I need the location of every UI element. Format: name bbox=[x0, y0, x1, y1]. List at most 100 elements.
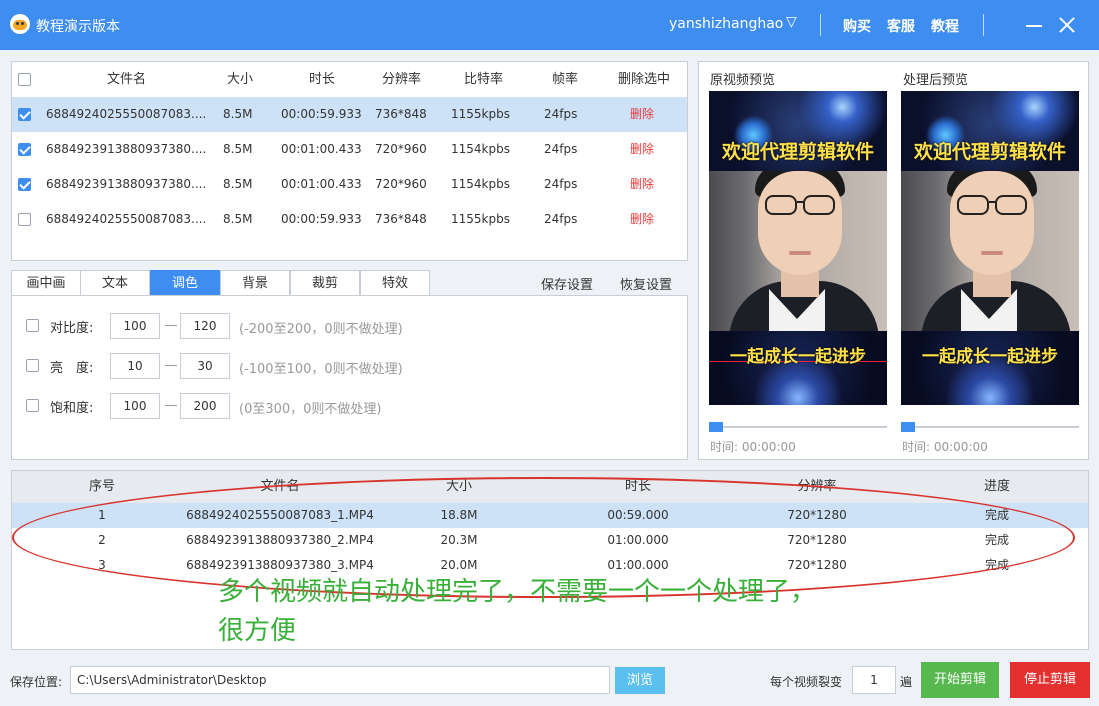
saturation-label: 饱和度: bbox=[50, 401, 94, 416]
delete-button[interactable]: 删除 bbox=[630, 97, 654, 132]
file-table-header: 文件名 大小 时长 分辨率 比特率 帧率 删除选中 bbox=[12, 62, 687, 97]
file-size: 8.5M bbox=[223, 177, 253, 191]
processed-time: 时间: 00:00:00 bbox=[902, 440, 988, 454]
col-resolution: 分辨率 bbox=[382, 72, 422, 87]
contrast-max-input[interactable]: 120 bbox=[180, 313, 230, 339]
output-index: 3 bbox=[98, 558, 106, 572]
brightness-min-input[interactable]: 10 bbox=[110, 353, 160, 379]
file-bitrate: 1154kpbs bbox=[451, 177, 510, 191]
row-checkbox[interactable] bbox=[18, 178, 31, 191]
range-dash bbox=[165, 365, 177, 366]
support-link[interactable]: 客服 bbox=[887, 16, 915, 36]
table-row[interactable]: 6884923913880937380.... 8.5M 00:01:00.43… bbox=[12, 167, 687, 202]
minimize-icon[interactable] bbox=[1022, 12, 1046, 38]
output-duration: 00:59.000 bbox=[607, 508, 669, 522]
brightness-max-input[interactable]: 30 bbox=[180, 353, 230, 379]
contrast-row: 对比度: 100 120 (-200至200，0则不做处理) bbox=[12, 313, 687, 339]
browse-button[interactable]: 浏览 bbox=[615, 667, 665, 694]
close-icon[interactable] bbox=[1055, 12, 1079, 38]
saturation-checkbox[interactable] bbox=[26, 399, 39, 412]
col-bitrate: 比特率 bbox=[464, 72, 504, 87]
brightness-checkbox[interactable] bbox=[26, 359, 39, 372]
tab-color[interactable]: 调色 bbox=[150, 270, 220, 296]
app-title: 教程演示版本 bbox=[36, 19, 120, 35]
row-checkbox[interactable] bbox=[18, 108, 31, 121]
table-row[interactable]: 2 6884923913880937380_2.MP4 20.3M 01:00.… bbox=[12, 528, 1088, 553]
processed-preview-title: 处理后预览 bbox=[903, 73, 969, 88]
delete-button[interactable]: 删除 bbox=[630, 202, 654, 237]
start-edit-button[interactable]: 开始剪辑 bbox=[921, 662, 999, 698]
col-fps: 帧率 bbox=[552, 72, 579, 87]
delete-selected-button[interactable]: 删除选中 bbox=[618, 62, 670, 97]
video-caption-bottom: 一起成长一起进步 bbox=[730, 347, 866, 367]
contrast-min-input[interactable]: 100 bbox=[110, 313, 160, 339]
annotation-text-line1: 多个视频就自动处理完了，不需要一个一个处理了， bbox=[218, 577, 817, 607]
app-logo-icon bbox=[10, 14, 30, 34]
file-duration: 00:01:00.433 bbox=[281, 142, 362, 156]
output-resolution: 720*1280 bbox=[787, 508, 847, 522]
processed-video-preview: 欢迎代理剪辑软件 一起成长一起进步 bbox=[901, 91, 1079, 405]
select-all-checkbox[interactable] bbox=[18, 73, 31, 86]
saturation-hint: (0至300，0则不做处理) bbox=[239, 402, 382, 417]
tab-background[interactable]: 背景 bbox=[220, 270, 290, 296]
file-size: 8.5M bbox=[223, 142, 253, 156]
video-caption-top: 欢迎代理剪辑软件 bbox=[721, 141, 874, 163]
save-settings-button[interactable]: 保存设置 bbox=[541, 274, 593, 293]
contrast-checkbox[interactable] bbox=[26, 319, 39, 332]
split-count-input[interactable]: 1 bbox=[852, 666, 896, 694]
file-resolution: 720*960 bbox=[375, 177, 427, 191]
table-row[interactable]: 6884923913880937380.... 8.5M 00:01:00.43… bbox=[12, 132, 687, 167]
slider-thumb[interactable] bbox=[709, 422, 723, 432]
col-filename: 文件名 bbox=[107, 72, 147, 87]
original-seek-slider[interactable] bbox=[709, 422, 887, 432]
original-time: 时间: 00:00:00 bbox=[710, 440, 796, 454]
file-table: 文件名 大小 时长 分辨率 比特率 帧率 删除选中 68849240255500… bbox=[11, 61, 688, 261]
table-row[interactable]: 6884924025550087083.... 8.5M 00:00:59.93… bbox=[12, 202, 687, 237]
saturation-row: 饱和度: 100 200 (0至300，0则不做处理) bbox=[12, 393, 687, 419]
brightness-row: 亮 度: 10 30 (-100至100，0则不做处理) bbox=[12, 353, 687, 379]
save-path-input[interactable]: C:\Users\Administrator\Desktop bbox=[70, 666, 610, 694]
original-preview-title: 原视频预览 bbox=[710, 73, 776, 88]
col-duration: 时长 bbox=[624, 479, 651, 494]
table-row[interactable]: 6884924025550087083.... 8.5M 00:00:59.93… bbox=[12, 97, 687, 132]
delete-button[interactable]: 删除 bbox=[630, 167, 654, 202]
brightness-hint: (-100至100，0则不做处理) bbox=[239, 362, 403, 377]
stop-edit-button[interactable]: 停止剪辑 bbox=[1010, 662, 1090, 698]
split-unit-label: 遍 bbox=[900, 675, 913, 689]
original-video-preview: 欢迎代理剪辑软件 一起成长一起进步 bbox=[709, 91, 887, 405]
tab-effects[interactable]: 特效 bbox=[360, 270, 430, 296]
save-location-label: 保存位置: bbox=[10, 675, 63, 689]
saturation-min-input[interactable]: 100 bbox=[110, 393, 160, 419]
username-menu[interactable]: yanshizhanghao bbox=[669, 16, 783, 32]
saturation-max-input[interactable]: 200 bbox=[180, 393, 230, 419]
delete-button[interactable]: 删除 bbox=[630, 132, 654, 167]
processed-seek-slider[interactable] bbox=[901, 422, 1079, 432]
col-progress: 进度 bbox=[983, 479, 1010, 494]
file-resolution: 720*960 bbox=[375, 142, 427, 156]
file-bitrate: 1155kpbs bbox=[451, 212, 510, 226]
restore-settings-button[interactable]: 恢复设置 bbox=[620, 274, 672, 293]
table-row[interactable]: 1 6884924025550087083_1.MP4 18.8M 00:59.… bbox=[12, 503, 1088, 528]
file-resolution: 736*848 bbox=[375, 107, 427, 121]
file-size: 8.5M bbox=[223, 107, 253, 121]
file-name: 6884924025550087083.... bbox=[46, 212, 207, 226]
tab-text[interactable]: 文本 bbox=[80, 270, 150, 296]
file-size: 8.5M bbox=[223, 212, 253, 226]
file-fps: 24fps bbox=[544, 212, 578, 226]
col-duration: 时长 bbox=[309, 72, 336, 87]
buy-link[interactable]: 购买 bbox=[843, 16, 871, 36]
output-status: 完成 bbox=[984, 533, 1009, 547]
dropdown-caret-icon[interactable]: ▽ bbox=[786, 14, 797, 30]
row-checkbox[interactable] bbox=[18, 213, 31, 226]
col-index: 序号 bbox=[88, 479, 115, 494]
col-size: 大小 bbox=[227, 72, 254, 87]
output-duration: 01:00.000 bbox=[607, 533, 669, 547]
tutorial-link[interactable]: 教程 bbox=[931, 16, 959, 36]
file-name: 6884923913880937380.... bbox=[46, 142, 207, 156]
tab-crop[interactable]: 裁剪 bbox=[290, 270, 360, 296]
tab-pip[interactable]: 画中画 bbox=[11, 270, 81, 296]
slider-thumb[interactable] bbox=[901, 422, 915, 432]
file-bitrate: 1155kpbs bbox=[451, 107, 510, 121]
title-bar: 教程演示版本 yanshizhanghao ▽ 购买 客服 教程 bbox=[0, 0, 1099, 50]
row-checkbox[interactable] bbox=[18, 143, 31, 156]
